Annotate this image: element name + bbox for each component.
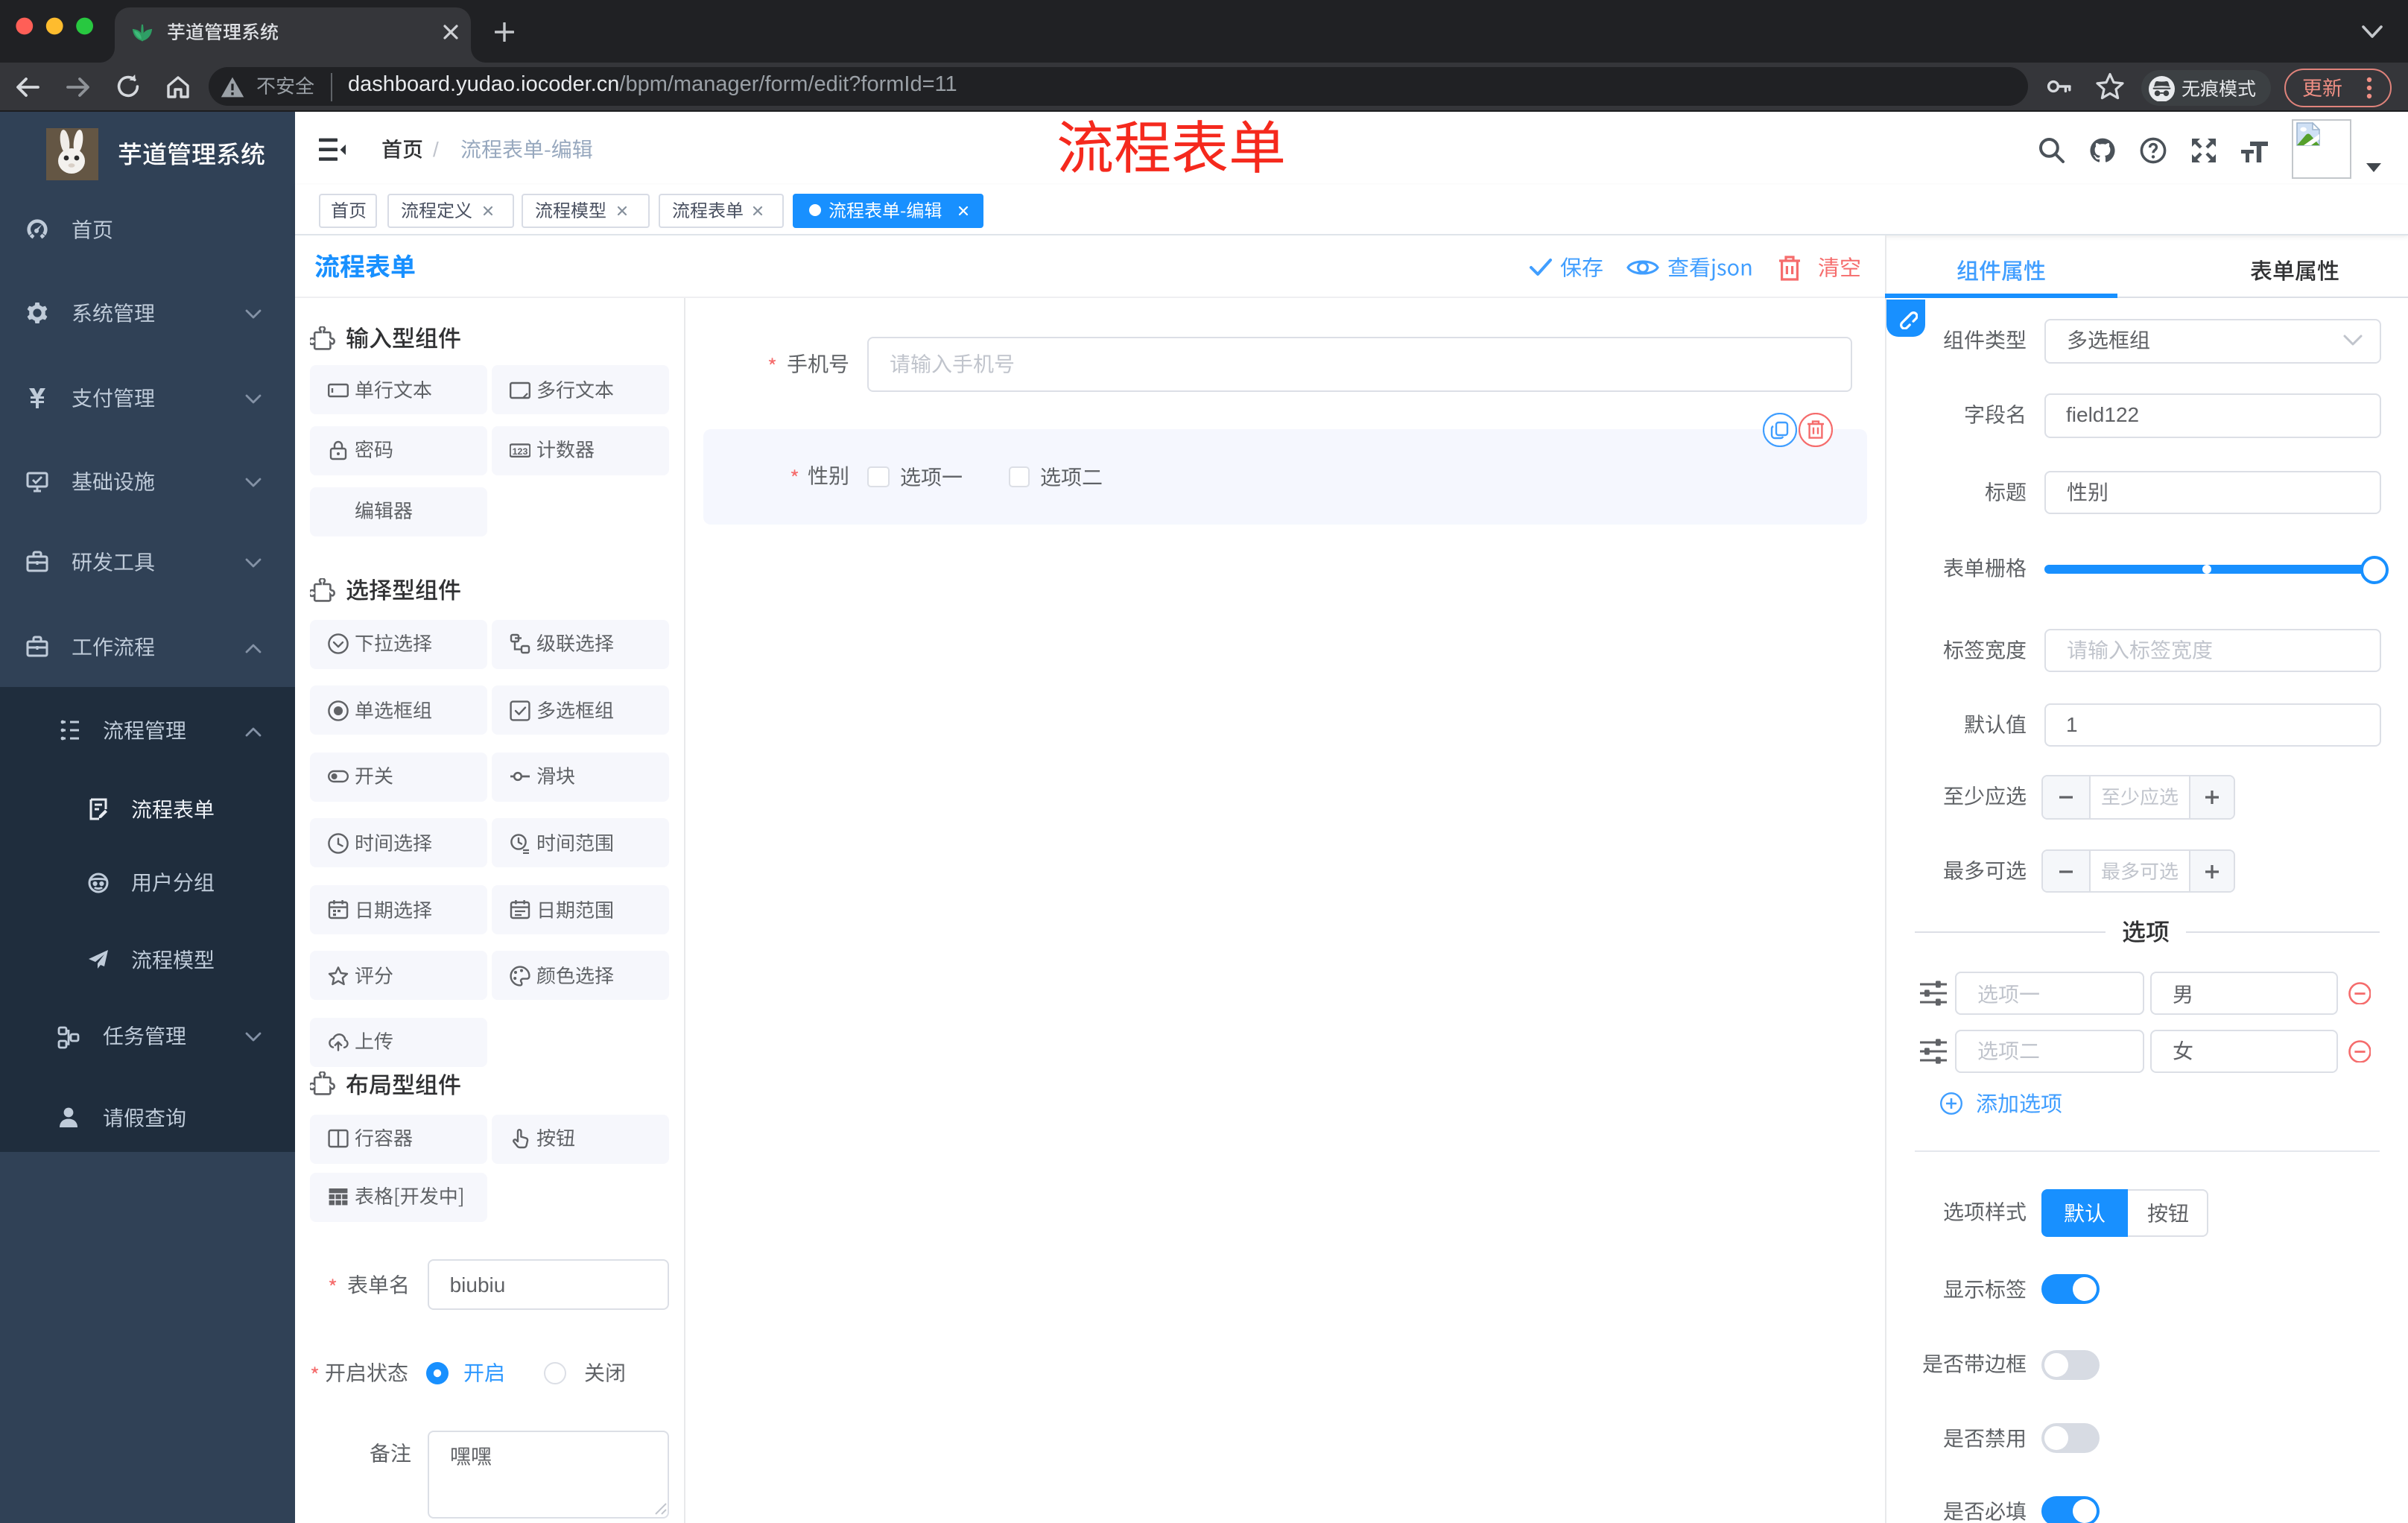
svg-text:123: 123 (512, 446, 527, 457)
